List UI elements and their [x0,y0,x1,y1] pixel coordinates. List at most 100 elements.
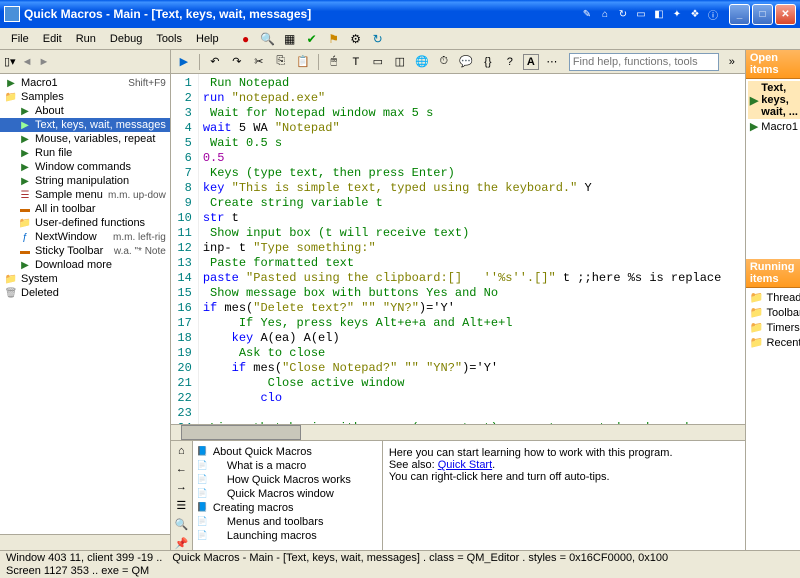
tree-item-about[interactable]: ▶About [0,104,170,118]
tool-icon[interactable]: ❖ [687,6,703,22]
help-text: See also: Quick Start. [389,459,739,471]
tree-item-wincmd[interactable]: ▶Window commands [0,160,170,174]
code-area[interactable]: Run Notepadrun "notepad.exe" Wait for No… [199,74,745,424]
menu-debug[interactable]: Debug [103,31,149,47]
search-go-icon[interactable]: » [723,53,741,71]
paste-icon[interactable]: 📋 [294,53,312,71]
help-topic[interactable]: What is a macro [197,459,378,473]
tree-item-samples[interactable]: 📁Samples [0,90,170,104]
macro-tree[interactable]: ▶Macro1Shift+F9 📁Samples ▶About ▶Text, k… [0,74,170,534]
tool-icon[interactable]: ◧ [651,6,667,22]
undo-icon[interactable]: ↶ [206,53,224,71]
editor-h-scrollbar[interactable] [171,424,745,440]
tool-icon[interactable]: ▭ [633,6,649,22]
tool-icon[interactable]: ✎ [579,6,595,22]
macro-icon: ▶ [18,176,32,187]
tree-item-system[interactable]: 📁System [0,272,170,286]
open-item[interactable]: ▶Text, keys, wait, ... [748,81,800,119]
more-icon[interactable]: ⋯ [543,53,561,71]
menu-file[interactable]: File [4,31,36,47]
net-icon[interactable]: 🌐 [413,53,431,71]
help-topic[interactable]: Menus and toolbars [197,515,378,529]
maximize-button[interactable]: □ [752,4,773,25]
open-items-list[interactable]: ▶Text, keys, wait, ... ▶Macro1 [746,79,800,259]
app-icon [4,6,20,22]
help-home-icon[interactable]: ⌂ [178,445,185,457]
running-item[interactable]: 📁Recent [748,335,800,350]
minimize-button[interactable]: _ [729,4,750,25]
tree-item-sticky[interactable]: ▬Sticky Toolbarw.a. "* Note [0,244,170,258]
redo-icon[interactable]: ↷ [228,53,246,71]
macro-icon: ▶ [18,106,32,117]
tree-item-samplemenu[interactable]: ☰Sample menum.m. up-dow [0,188,170,202]
help-fwd-icon[interactable]: → [176,481,187,493]
menu-edit[interactable]: Edit [36,31,69,47]
mouse-icon[interactable]: 🖱 [325,53,343,71]
new-icon[interactable]: ▯▾ [4,55,16,68]
message-icon[interactable]: 💬 [457,53,475,71]
a-icon[interactable]: A [523,54,539,70]
folder-icon: 📁 [18,218,32,229]
tree-item-deleted[interactable]: 🗑Deleted [0,286,170,300]
tree-item-macro1[interactable]: ▶Macro1Shift+F9 [0,76,170,90]
wait-icon[interactable]: ⏱ [435,53,453,71]
tool-icon[interactable]: ⌂ [597,6,613,22]
help-topic[interactable]: Quick Macros window [197,487,378,501]
help-index-icon[interactable]: ☰ [176,499,186,512]
running-item[interactable]: 📁Toolbars [748,305,800,320]
run-icon[interactable]: ▶ [175,53,193,71]
help-book[interactable]: Creating macros [197,501,378,515]
open-item[interactable]: ▶Macro1 [748,119,800,134]
help-topic[interactable]: Launching macros [197,529,378,543]
back-icon[interactable]: ◄ [22,56,33,68]
tag-icon[interactable]: ⚑ [326,31,342,47]
tool-icon[interactable]: ↻ [615,6,631,22]
help-panel: ⌂ ← → ☰ 🔍 📌 About Quick Macros What is a… [171,440,745,550]
help-text: You can right-click here and turn off au… [389,471,739,483]
copy-icon[interactable]: ⎘ [272,53,290,71]
text-icon[interactable]: T [347,53,365,71]
tree-item-alltb[interactable]: ▬All in toolbar [0,202,170,216]
tool-icon[interactable]: ⓘ [705,6,721,22]
props-icon[interactable]: ▦ [282,31,298,47]
gear-icon[interactable]: ⚙ [348,31,364,47]
close-button[interactable]: ✕ [775,4,796,25]
menu-tools[interactable]: Tools [149,31,189,47]
tree-item-nextwin[interactable]: ƒNextWindowm.m. left-rig [0,230,170,244]
check-icon[interactable]: ✔ [304,31,320,47]
help-back-icon[interactable]: ← [176,463,187,475]
tree-scrollbar[interactable] [0,534,170,550]
macro-icon: ▶ [4,78,18,89]
tree-item-string[interactable]: ▶String manipulation [0,174,170,188]
help-topic[interactable]: How Quick Macros works [197,473,378,487]
open-items-header: Open items [746,50,800,79]
tree-item-runfile[interactable]: ▶Run file [0,146,170,160]
running-item[interactable]: 📁Timers [748,320,800,335]
macro-icon: ▶ [750,94,758,107]
tree-item-text[interactable]: ▶Text, keys, wait, messages [0,118,170,132]
running-item[interactable]: 📁Threads [748,290,800,305]
window-icon[interactable]: ▭ [369,53,387,71]
help-search-icon[interactable]: 🔍 [174,518,188,531]
tree-item-mouse[interactable]: ▶Mouse, variables, repeat [0,132,170,146]
help-book[interactable]: About Quick Macros [197,445,378,459]
code-editor[interactable]: 1234567891011121314151617181920212223242… [171,74,745,424]
running-items-list[interactable]: 📁Threads 📁Toolbars 📁Timers 📁Recent [746,288,800,352]
if-icon[interactable]: ? [501,53,519,71]
file-icon[interactable]: ◫ [391,53,409,71]
menu-run[interactable]: Run [69,31,103,47]
refresh-icon[interactable]: ↻ [370,31,386,47]
search-input[interactable] [569,53,719,71]
help-tree[interactable]: About Quick Macros What is a macro How Q… [193,441,383,550]
record-icon[interactable]: ● [238,31,254,47]
help-pin-icon[interactable]: 📌 [174,537,188,550]
fwd-icon[interactable]: ► [38,56,49,68]
quick-start-link[interactable]: Quick Start [438,459,492,471]
tool-icon[interactable]: ✦ [669,6,685,22]
tree-item-udf[interactable]: 📁User-defined functions [0,216,170,230]
menu-help[interactable]: Help [189,31,226,47]
tree-item-download[interactable]: ▶Download more [0,258,170,272]
search-icon[interactable]: 🔍 [260,31,276,47]
cut-icon[interactable]: ✂ [250,53,268,71]
var-icon[interactable]: {} [479,53,497,71]
